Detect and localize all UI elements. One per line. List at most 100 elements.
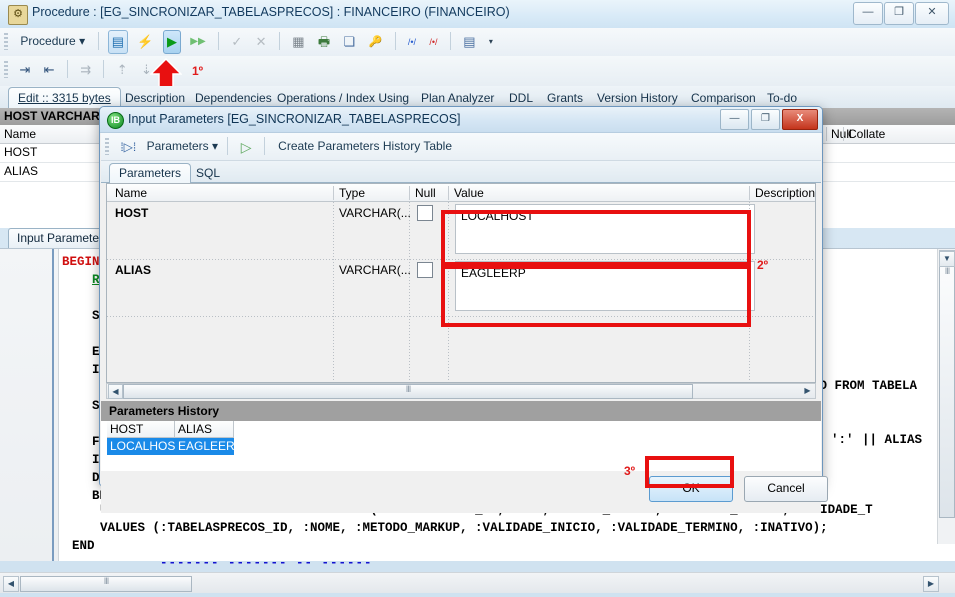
dialog-column-value[interactable]: Value [454, 186, 484, 200]
tab-version-history[interactable]: Version History [588, 88, 687, 108]
param-name-host: HOST [115, 206, 149, 220]
history-column-host[interactable]: HOST [107, 421, 175, 438]
grid-row-divider [107, 259, 815, 260]
close-button[interactable]: ✕ [915, 2, 949, 25]
input-parameters-dialog: IB Input Parameters [EG_SINCRONIZAR_TABE… [99, 106, 828, 513]
toolbar-separator-2 [218, 32, 220, 50]
history-cell-host[interactable]: LOCALHOST [107, 438, 183, 455]
comment-icon[interactable]: ⇉ [76, 58, 95, 82]
dialog-footer: OK Cancel [101, 471, 828, 513]
dialog-toolbar-separator-2 [263, 137, 265, 155]
table-row[interactable]: ALIAS VARCHAR(... EAGLEERP [107, 259, 815, 316]
dialog-column-null[interactable]: Null [415, 186, 436, 200]
scroll-thumb-horizontal[interactable] [20, 576, 192, 592]
param-value-input-alias[interactable]: EAGLEERP [455, 261, 755, 311]
dialog-column-type[interactable]: Type [339, 186, 365, 200]
grid-row-divider [107, 316, 815, 317]
indent-block-icon[interactable]: ⇥ [15, 58, 34, 82]
dialog-column-name[interactable]: Name [115, 186, 147, 200]
commit-icon[interactable]: ✓ [227, 30, 246, 54]
dialog-window-controls: — ❐ X [718, 109, 818, 130]
dialog-tab-sql[interactable]: SQL [187, 164, 229, 183]
step-2-annotation: 2º [757, 258, 769, 272]
dialog-maximize-button[interactable]: ❐ [751, 109, 780, 130]
run-icon[interactable]: ▷ [237, 135, 256, 159]
parameters-button[interactable]: Parameters ▾ [145, 135, 220, 157]
dialog-parameters-grid: Name Type Null Value Description HOST VA… [106, 183, 816, 383]
view-object-icon[interactable]: ▤ [107, 30, 129, 54]
row-name-host: HOST [4, 145, 38, 159]
param-value-input-host[interactable]: LOCALHOST [455, 204, 755, 254]
table-row-empty[interactable] [107, 316, 815, 382]
editor-fragment-from-text: VO FROM TABELA [812, 379, 918, 393]
dialog-minimize-button[interactable]: — [720, 109, 749, 130]
tab-operations-index-using[interactable]: Operations / Index Using [268, 88, 418, 108]
bookmark-up-icon[interactable]: ⇡ [113, 58, 132, 82]
toolbar-grip[interactable] [4, 33, 8, 50]
row-name-alias: ALIAS [4, 164, 39, 178]
maximize-button[interactable]: ❐ [884, 2, 914, 25]
toolbar-grip-2[interactable] [4, 61, 8, 78]
dialog-close-button[interactable]: X [782, 109, 818, 130]
table-row[interactable]: HOST VARCHAR(... LOCALHOST [107, 202, 815, 259]
step-3-annotation: 3º [624, 464, 636, 478]
column-header-name[interactable]: Name [4, 127, 36, 141]
tab-ddl[interactable]: DDL [500, 88, 542, 108]
column-header-collate[interactable]: Collate [848, 127, 885, 141]
editor-line-end: END [72, 539, 95, 553]
grid-divider [409, 202, 410, 382]
scroll-down-icon[interactable]: ▼ [939, 251, 955, 267]
tab-dependencies[interactable]: Dependencies [186, 88, 281, 108]
prev-diff-icon[interactable]: /•/ [404, 30, 420, 54]
main-window: ⚙ Procedure : [EG_SINCRONIZAR_TABELASPRE… [0, 0, 955, 597]
parameters-history-header: Parameters History [101, 401, 821, 421]
parameters-icon[interactable]: ⁞▷⁞ [116, 135, 140, 159]
dialog-tabstrip: Parameters SQL [101, 161, 821, 185]
editor-fragment-alias: ':' || ALIAS [831, 433, 923, 447]
dialog-title: Input Parameters [EG_SINCRONIZAR_TABELAS… [128, 112, 461, 126]
param-null-checkbox-host[interactable] [417, 205, 433, 221]
scroll-left-icon[interactable]: ◀ [3, 576, 19, 592]
scroll-left-icon[interactable]: ◀ [108, 384, 123, 399]
execute-icon[interactable]: ▶ [162, 30, 181, 54]
grid-icon[interactable]: ▦ [288, 30, 308, 54]
outdent-block-icon[interactable]: ⇤ [40, 58, 59, 82]
grant-key-icon[interactable]: 🔑 [364, 30, 386, 54]
dialog-tab-parameters[interactable]: Parameters [109, 163, 192, 185]
tab-todo[interactable]: To-do [758, 88, 806, 108]
minimize-button[interactable]: — [853, 2, 883, 25]
cancel-button[interactable]: Cancel [744, 476, 828, 502]
tab-comparison[interactable]: Comparison [682, 88, 765, 108]
compile-icon[interactable]: ⚡ [133, 30, 157, 54]
scroll-right-icon[interactable]: ▶ [801, 384, 814, 397]
execute-step-icon[interactable]: ▶▶ [186, 30, 209, 54]
print-icon[interactable]: 🖶 [314, 30, 334, 54]
next-diff-icon[interactable]: /•/ [425, 30, 441, 54]
copy-object-icon[interactable]: ❏ [339, 30, 359, 54]
editor-horizontal-scrollbar[interactable]: ◀ ▶ [0, 572, 955, 593]
toolbar-separator-4 [394, 32, 396, 50]
editor-vertical-scrollbar[interactable]: ▲ ▼ [937, 249, 955, 544]
history-column-alias[interactable]: ALIAS [175, 421, 234, 438]
scroll-right-icon[interactable]: ▶ [923, 576, 939, 592]
tab-plan-analyzer[interactable]: Plan Analyzer [412, 88, 503, 108]
tab-grants[interactable]: Grants [538, 88, 592, 108]
rollback-icon[interactable]: ✕ [252, 30, 271, 54]
layout-chevron-down-icon[interactable]: ▾ [485, 30, 497, 54]
scroll-thumb-vertical[interactable] [939, 266, 955, 518]
tab-description[interactable]: Description [116, 88, 194, 108]
param-null-checkbox-alias[interactable] [417, 262, 433, 278]
dialog-grid-horizontal-scrollbar[interactable]: ◀ ▶ [106, 383, 816, 399]
procedure-menu-button[interactable]: Procedure ▾ [14, 30, 91, 52]
parameters-button-label: Parameters [146, 139, 209, 153]
dialog-toolbar-grip[interactable] [105, 138, 109, 155]
scroll-thumb[interactable] [123, 384, 693, 399]
create-parameters-history-table-button[interactable]: Create Parameters History Table [272, 135, 458, 157]
toolbar2-separator [66, 60, 68, 78]
dialog-column-description[interactable]: Description [755, 186, 815, 200]
main-toolbar-row2: ⇥ ⇤ ⇉ ⇡ ⇣ [0, 56, 955, 87]
history-cell-alias[interactable]: EAGLEERP [175, 438, 243, 455]
parameters-history-title: Parameters History [109, 404, 220, 418]
layout-icon[interactable]: ▤ [459, 30, 479, 54]
ok-button[interactable]: OK [649, 476, 733, 502]
